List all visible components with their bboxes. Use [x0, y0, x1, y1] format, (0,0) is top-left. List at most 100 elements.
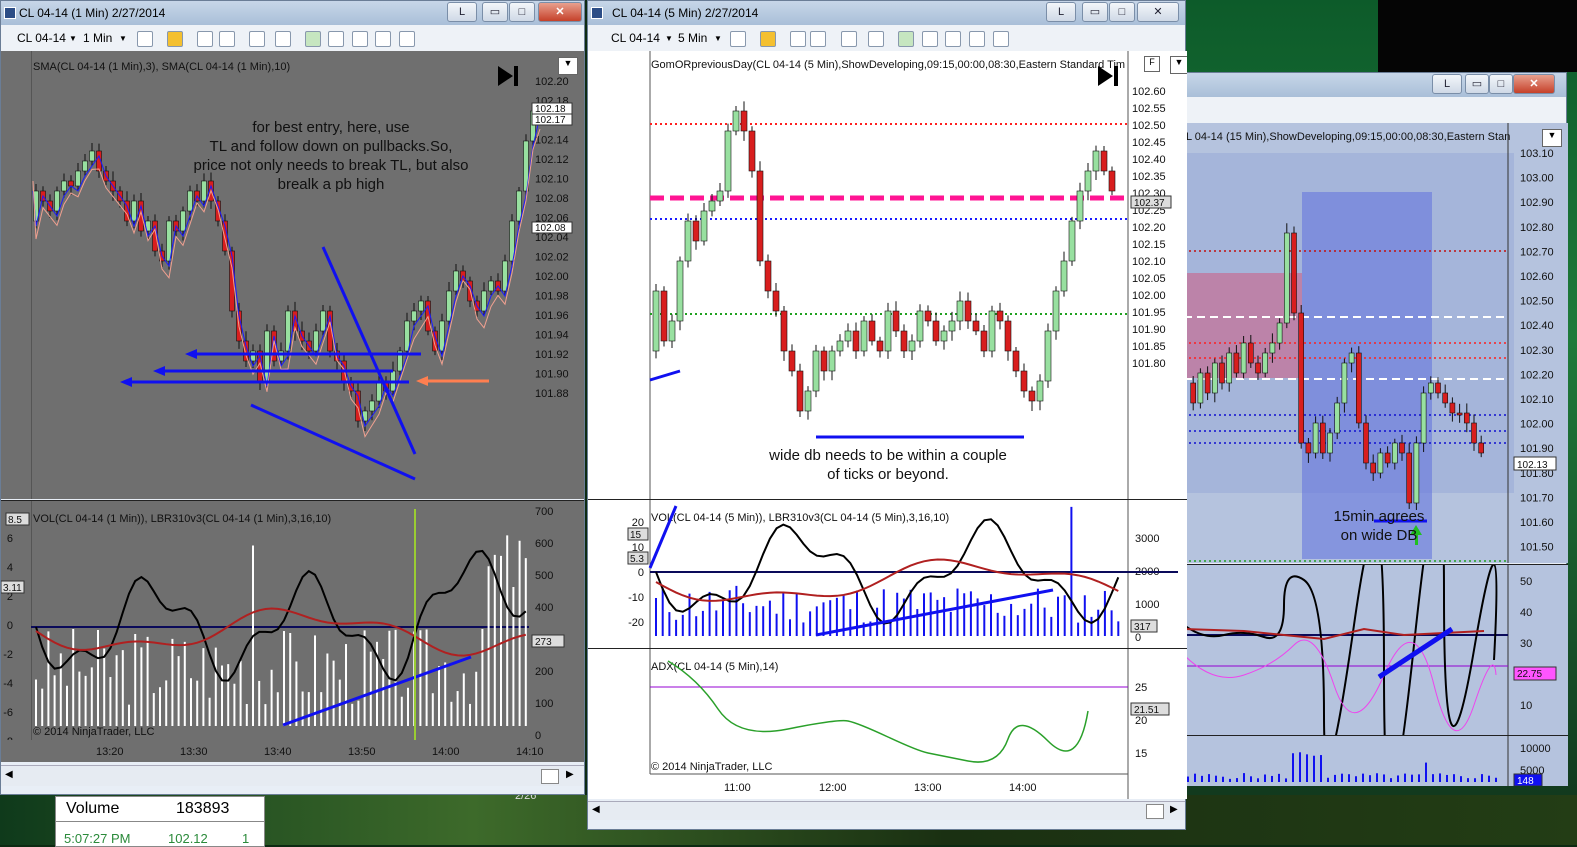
crosshair-icon[interactable]	[197, 31, 213, 47]
bar-type-icon[interactable]	[137, 31, 153, 47]
fast-oscillator-line	[35, 549, 527, 682]
minimize-button[interactable]: ▭	[482, 2, 508, 22]
oscillator-chart-15min: 504030201022.75	[1184, 565, 1557, 735]
close-button[interactable]: ✕	[1513, 74, 1555, 94]
pencil-icon[interactable]	[167, 31, 183, 47]
dropdown-arrow-icon[interactable]: ▼	[1170, 56, 1187, 74]
format-icon[interactable]: F	[1144, 56, 1160, 72]
instrument-selector[interactable]: CL 04-14	[17, 31, 66, 45]
pointer-icon[interactable]	[810, 31, 826, 47]
candle-5min-candle	[996, 310, 1004, 322]
candle-15min-candle	[1305, 442, 1312, 454]
scroll-left-arrow-icon[interactable]: ◀	[5, 769, 13, 780]
crosshair-icon[interactable]	[790, 31, 806, 47]
instrument-selector[interactable]: CL 04-14	[611, 31, 660, 45]
candle-5min-candle	[692, 220, 700, 242]
maximize-button[interactable]: □	[1489, 74, 1513, 94]
zoom-icon[interactable]	[275, 31, 291, 47]
oscillator-chart-1min: 6420-2-4-6-870060050040030020010008.53.1…	[1, 501, 565, 741]
move-icon[interactable]	[249, 31, 265, 47]
candle-15min-candle	[1255, 362, 1261, 374]
candle-15min-candle	[1219, 362, 1225, 384]
vol-tick-label: 0	[1135, 632, 1141, 644]
volume-pane-15min: 10000 5000 148	[1184, 735, 1568, 786]
indicators-icon[interactable]	[328, 31, 344, 47]
candle-1min-candle	[453, 270, 459, 292]
candle-1min-candle	[68, 180, 74, 187]
price-tick-label: 102.00	[1520, 419, 1554, 431]
scroll-right-arrow-icon[interactable]: ▶	[566, 769, 574, 780]
chevron-down-icon[interactable]: ▼	[69, 34, 77, 43]
candle-5min-candle	[964, 300, 972, 322]
scroll-thumb[interactable]	[541, 769, 559, 784]
price-tick-label: 102.00	[535, 271, 569, 283]
template-icon[interactable]	[993, 31, 1009, 47]
candle-15min-candle	[1463, 412, 1470, 424]
candle-5min-candle	[1060, 260, 1068, 292]
interval-selector[interactable]: 1 Min	[83, 31, 112, 45]
template-icon[interactable]	[399, 31, 415, 47]
candle-5min-candle	[892, 310, 900, 332]
price-tick-label: 101.96	[535, 310, 569, 322]
arrow-head-icon	[153, 366, 165, 376]
time-and-sales-price: 102.12	[168, 831, 208, 846]
maximize-button[interactable]: □	[509, 2, 535, 22]
price-tick-label: 102.40	[1132, 154, 1166, 166]
app-icon	[591, 7, 603, 19]
candle-15min-candle	[1435, 382, 1441, 394]
minimize-button[interactable]: ▭	[1082, 2, 1108, 22]
close-button[interactable]: ✕	[538, 2, 582, 22]
close-button[interactable]: ✕	[1137, 2, 1179, 22]
chevron-down-icon[interactable]: ▼	[714, 34, 722, 43]
play-to-end-icon-bar	[1114, 66, 1118, 86]
zoom-icon[interactable]	[868, 31, 884, 47]
osc-marker-label: 3.11	[3, 583, 22, 594]
strategies-icon[interactable]	[945, 31, 961, 47]
price-tick-label: 102.00	[1132, 290, 1166, 302]
link-button[interactable]: L	[1432, 74, 1462, 94]
dropdown-arrow-icon[interactable]: ▼	[558, 57, 578, 75]
strategies-icon[interactable]	[352, 31, 368, 47]
price-tick-label: 101.95	[1132, 307, 1166, 319]
bar-type-icon[interactable]	[730, 31, 746, 47]
scroll-right-arrow-icon[interactable]: ▶	[1170, 804, 1178, 815]
candle-15min-candle	[1190, 382, 1196, 404]
time-tick-label: 13:20	[96, 746, 124, 758]
scroll-thumb[interactable]	[1146, 804, 1164, 819]
scroll-left-arrow-icon[interactable]: ◀	[592, 804, 600, 815]
osc-tick-label: -10	[628, 592, 644, 604]
chart-window-5min: CL 04-14 (5 Min) 2/27/2014 L ▭ □ ✕ CL 04…	[587, 0, 1187, 830]
chevron-down-icon[interactable]: ▼	[665, 34, 673, 43]
vol-tick-label: 700	[535, 506, 553, 518]
developing-range	[1302, 192, 1432, 559]
move-icon[interactable]	[841, 31, 857, 47]
chevron-down-icon[interactable]: ▼	[119, 34, 127, 43]
osc-tick-label: 0	[7, 620, 13, 632]
candle-5min-candle	[820, 350, 828, 372]
osc-tick-label: 4	[7, 562, 13, 574]
maximize-button[interactable]: □	[1109, 2, 1135, 22]
desktop-dark-band	[1378, 0, 1577, 72]
candle-1min-candle	[376, 380, 382, 402]
chart-data-icon[interactable]	[898, 31, 914, 47]
indicators-icon[interactable]	[922, 31, 938, 47]
interval-selector[interactable]: 5 Min	[678, 31, 707, 45]
candle-5min-candle	[868, 320, 876, 342]
properties-icon[interactable]	[375, 31, 391, 47]
price-tick-label: 101.90	[1520, 443, 1554, 455]
properties-icon[interactable]	[969, 31, 985, 47]
play-to-end-icon	[1098, 66, 1113, 86]
candle-1min-candle	[187, 190, 193, 212]
chart-data-icon[interactable]	[305, 31, 321, 47]
trendline-fragment	[648, 505, 678, 569]
price-tick-label: 102.40	[1520, 320, 1554, 332]
link-button[interactable]: L	[447, 2, 477, 22]
pencil-icon[interactable]	[760, 31, 776, 47]
horizontal-scrollbar[interactable]: ◀ ▶	[1, 765, 584, 786]
horizontal-scrollbar[interactable]: ◀ ▶	[588, 801, 1185, 820]
minimize-button[interactable]: ▭	[1465, 74, 1489, 94]
pointer-icon[interactable]	[219, 31, 235, 47]
vol-tick-label: 400	[535, 602, 553, 614]
link-button[interactable]: L	[1046, 2, 1076, 22]
candle-5min-candle	[740, 110, 748, 132]
